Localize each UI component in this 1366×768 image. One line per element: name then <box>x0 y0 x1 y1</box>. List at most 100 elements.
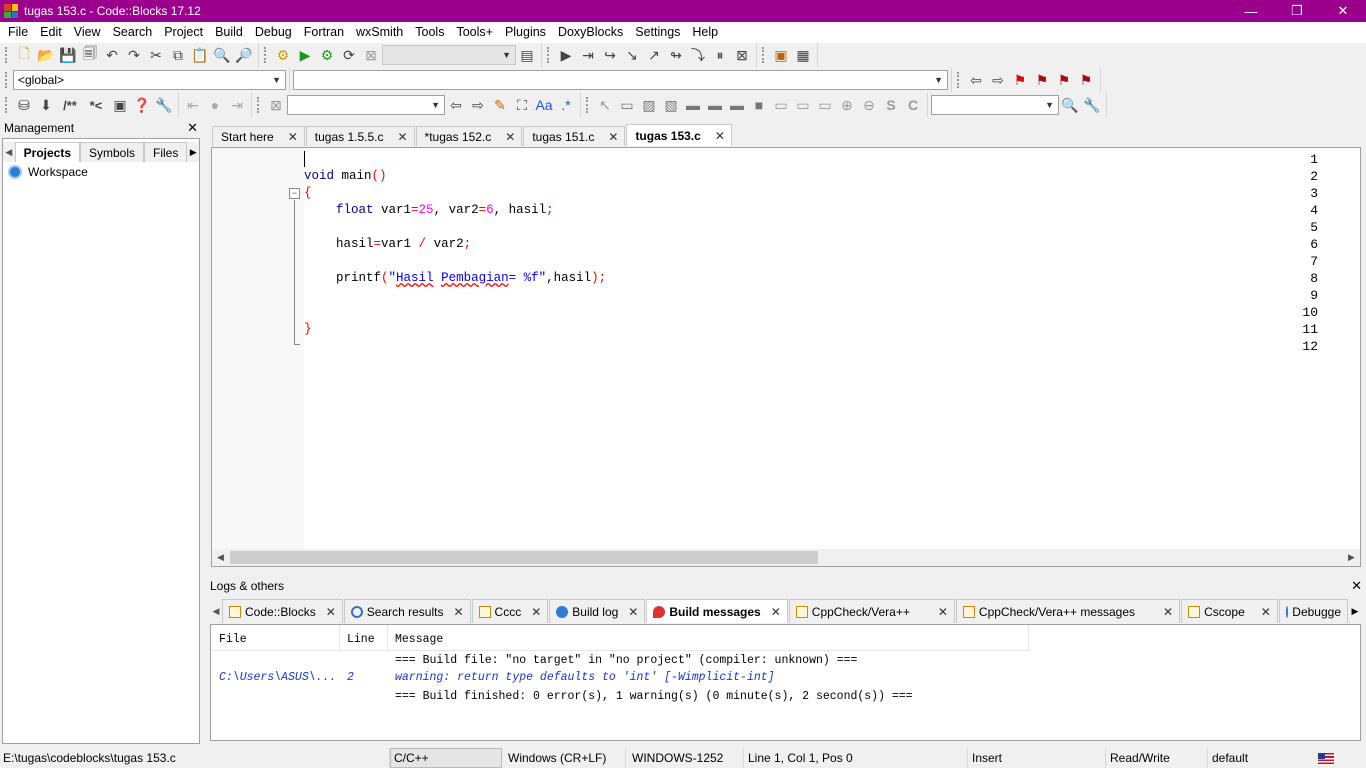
editor-tab[interactable]: tugas 1.5.5.c ✕ <box>305 126 415 146</box>
break-debugger-icon[interactable]: ⏸ <box>709 44 731 66</box>
tree-item-workspace[interactable]: Workspace <box>4 163 198 181</box>
column-header-line[interactable]: Line <box>347 633 375 646</box>
menu-debug[interactable]: Debug <box>249 22 298 43</box>
tabs-scroll-right-icon[interactable]: ▶ <box>187 142 199 162</box>
rebuild-icon[interactable]: ⟳ <box>338 44 360 66</box>
run-to-cursor-icon[interactable]: ⇥ <box>577 44 599 66</box>
thread-search-icon[interactable]: 🔍 <box>1059 94 1081 116</box>
log-tab-codeblocks[interactable]: Code::Blocks ✕ <box>222 599 343 623</box>
menu-plugins[interactable]: Plugins <box>499 22 552 43</box>
scroll-right-icon[interactable]: ▶ <box>1343 549 1360 566</box>
build-messages-list[interactable]: File Line Message === Build file: "no ta… <box>210 624 1361 741</box>
function-combo[interactable]: ▼ <box>293 70 948 90</box>
incremental-search-input[interactable]: ▼ <box>287 95 445 115</box>
log-tab-debugger[interactable]: Debugge <box>1278 599 1348 623</box>
selected-text-only-icon[interactable]: ⛶ <box>511 94 533 116</box>
logs-close-button[interactable]: ✕ <box>1351 578 1362 594</box>
stop-debugger-icon[interactable]: ⊠ <box>731 44 753 66</box>
debugging-windows-icon[interactable]: ▣ <box>770 44 792 66</box>
toolbar-grip[interactable] <box>5 97 9 113</box>
menu-edit[interactable]: Edit <box>34 22 68 43</box>
save-icon[interactable]: 💾 <box>57 44 79 66</box>
close-tab-icon[interactable]: ✕ <box>715 129 725 143</box>
panel-mid-icon[interactable]: ▬ <box>704 94 726 116</box>
log-tab-cscope[interactable]: Cscope ✕ <box>1181 599 1278 623</box>
run-icon[interactable]: ▶ <box>294 44 316 66</box>
minimize-button[interactable]: — <box>1228 0 1274 22</box>
prev-bookmark-icon[interactable]: ⚑ <box>1031 69 1053 91</box>
save-all-icon[interactable]: 🗐 <box>79 44 101 66</box>
block-comment-button[interactable]: /** <box>57 94 83 116</box>
menu-wxsmith[interactable]: wxSmith <box>350 22 409 43</box>
next-instruction-icon[interactable]: ↬ <box>665 44 687 66</box>
toolbar-grip[interactable] <box>5 72 9 88</box>
search-next-icon[interactable]: ⇨ <box>467 94 489 116</box>
thread-search-input[interactable]: ▼ <box>931 95 1059 115</box>
menu-tools[interactable]: Tools <box>409 22 450 43</box>
warning-line[interactable]: 2 <box>347 671 354 684</box>
regex-icon[interactable]: .* <box>555 94 577 116</box>
build-message-row[interactable]: === Build file: "no target" in "no proje… <box>395 654 857 667</box>
c-icon[interactable]: C <box>902 94 924 116</box>
paste-icon[interactable]: 📋 <box>189 44 211 66</box>
management-close-button[interactable]: ✕ <box>187 120 198 136</box>
toolbar-grip[interactable] <box>257 97 261 113</box>
log-tab-build-messages[interactable]: Build messages ✕ <box>646 599 788 623</box>
column-header-file[interactable]: File <box>219 633 247 646</box>
menu-tools-plus[interactable]: Tools+ <box>450 22 498 43</box>
match-case-icon[interactable]: Aa <box>533 94 555 116</box>
pointer-icon[interactable]: ↖ <box>594 94 616 116</box>
step-into-icon[interactable]: ↘ <box>621 44 643 66</box>
close-tab-icon[interactable]: ✕ <box>397 130 407 144</box>
editor-tab[interactable]: Start here ✕ <box>212 126 305 146</box>
copy-icon[interactable]: ⧉ <box>167 44 189 66</box>
log-tab-cppcheck-messages[interactable]: CppCheck/Vera++ messages ✕ <box>955 599 1181 623</box>
scrolled-icon[interactable]: ▭ <box>814 94 836 116</box>
line-comment-button[interactable]: *< <box>83 94 109 116</box>
close-tab-icon[interactable]: ✕ <box>505 130 515 144</box>
toolbar-grip[interactable] <box>586 97 590 113</box>
doxywizard-icon[interactable]: ⛁ <box>13 94 35 116</box>
log-tab-cccc[interactable]: Cccc ✕ <box>471 599 549 623</box>
search-prev-icon[interactable]: ⇦ <box>445 94 467 116</box>
close-tab-icon[interactable]: ✕ <box>531 605 541 619</box>
warning-message[interactable]: warning: return type defaults to 'int' [… <box>395 671 775 684</box>
widget-icon[interactable]: ▭ <box>616 94 638 116</box>
log-tab-build-log[interactable]: Build log ✕ <box>549 599 646 623</box>
editor-tab[interactable]: tugas 151.c ✕ <box>523 126 626 146</box>
build-target-combo[interactable]: ▼ <box>382 45 516 65</box>
warning-file[interactable]: C:\Users\ASUS\... <box>219 671 336 684</box>
thread-search-options-icon[interactable]: 🔧 <box>1081 94 1103 116</box>
run-chm-icon[interactable]: ❓ <box>131 94 153 116</box>
menu-fortran[interactable]: Fortran <box>298 22 350 43</box>
browse-forward-icon[interactable]: ⇥ <box>226 94 248 116</box>
toolbar-grip[interactable] <box>264 47 268 63</box>
open-file-icon[interactable]: 📂 <box>35 44 57 66</box>
frame-icon[interactable]: ▭ <box>770 94 792 116</box>
scroll-left-icon[interactable]: ◀ <box>212 549 229 566</box>
toolbar-grip[interactable] <box>957 72 961 88</box>
menu-project[interactable]: Project <box>158 22 209 43</box>
doxyblocks-config-icon[interactable]: 🔧 <box>153 94 175 116</box>
menu-view[interactable]: View <box>68 22 107 43</box>
close-tab-icon[interactable]: ✕ <box>1163 605 1173 619</box>
tab-projects[interactable]: Projects <box>14 142 80 162</box>
menu-search[interactable]: Search <box>107 22 159 43</box>
toolbar-grip[interactable] <box>5 47 9 63</box>
toolbar-grip[interactable] <box>547 47 551 63</box>
tabs-scroll-left-icon[interactable]: ◀ <box>3 142 15 162</box>
zoom-out-icon[interactable]: ⊖ <box>858 94 880 116</box>
dialog-icon[interactable]: ▭ <box>792 94 814 116</box>
replace-icon[interactable]: 🔎 <box>233 44 255 66</box>
close-tab-icon[interactable]: ✕ <box>288 130 298 144</box>
build-gear-icon[interactable]: ⚙ <box>272 44 294 66</box>
image-widget-icon[interactable]: ▨ <box>638 94 660 116</box>
show-select-target-icon[interactable]: ▤ <box>516 44 538 66</box>
menu-build[interactable]: Build <box>209 22 249 43</box>
redo-icon[interactable]: ↷ <box>123 44 145 66</box>
editor-tab-active[interactable]: tugas 153.c ✕ <box>626 124 732 146</box>
build-and-run-icon[interactable]: ⚙ <box>316 44 338 66</box>
editor-tab[interactable]: *tugas 152.c ✕ <box>415 126 523 146</box>
bitmap-widget-icon[interactable]: ▧ <box>660 94 682 116</box>
s-icon[interactable]: S <box>880 94 902 116</box>
